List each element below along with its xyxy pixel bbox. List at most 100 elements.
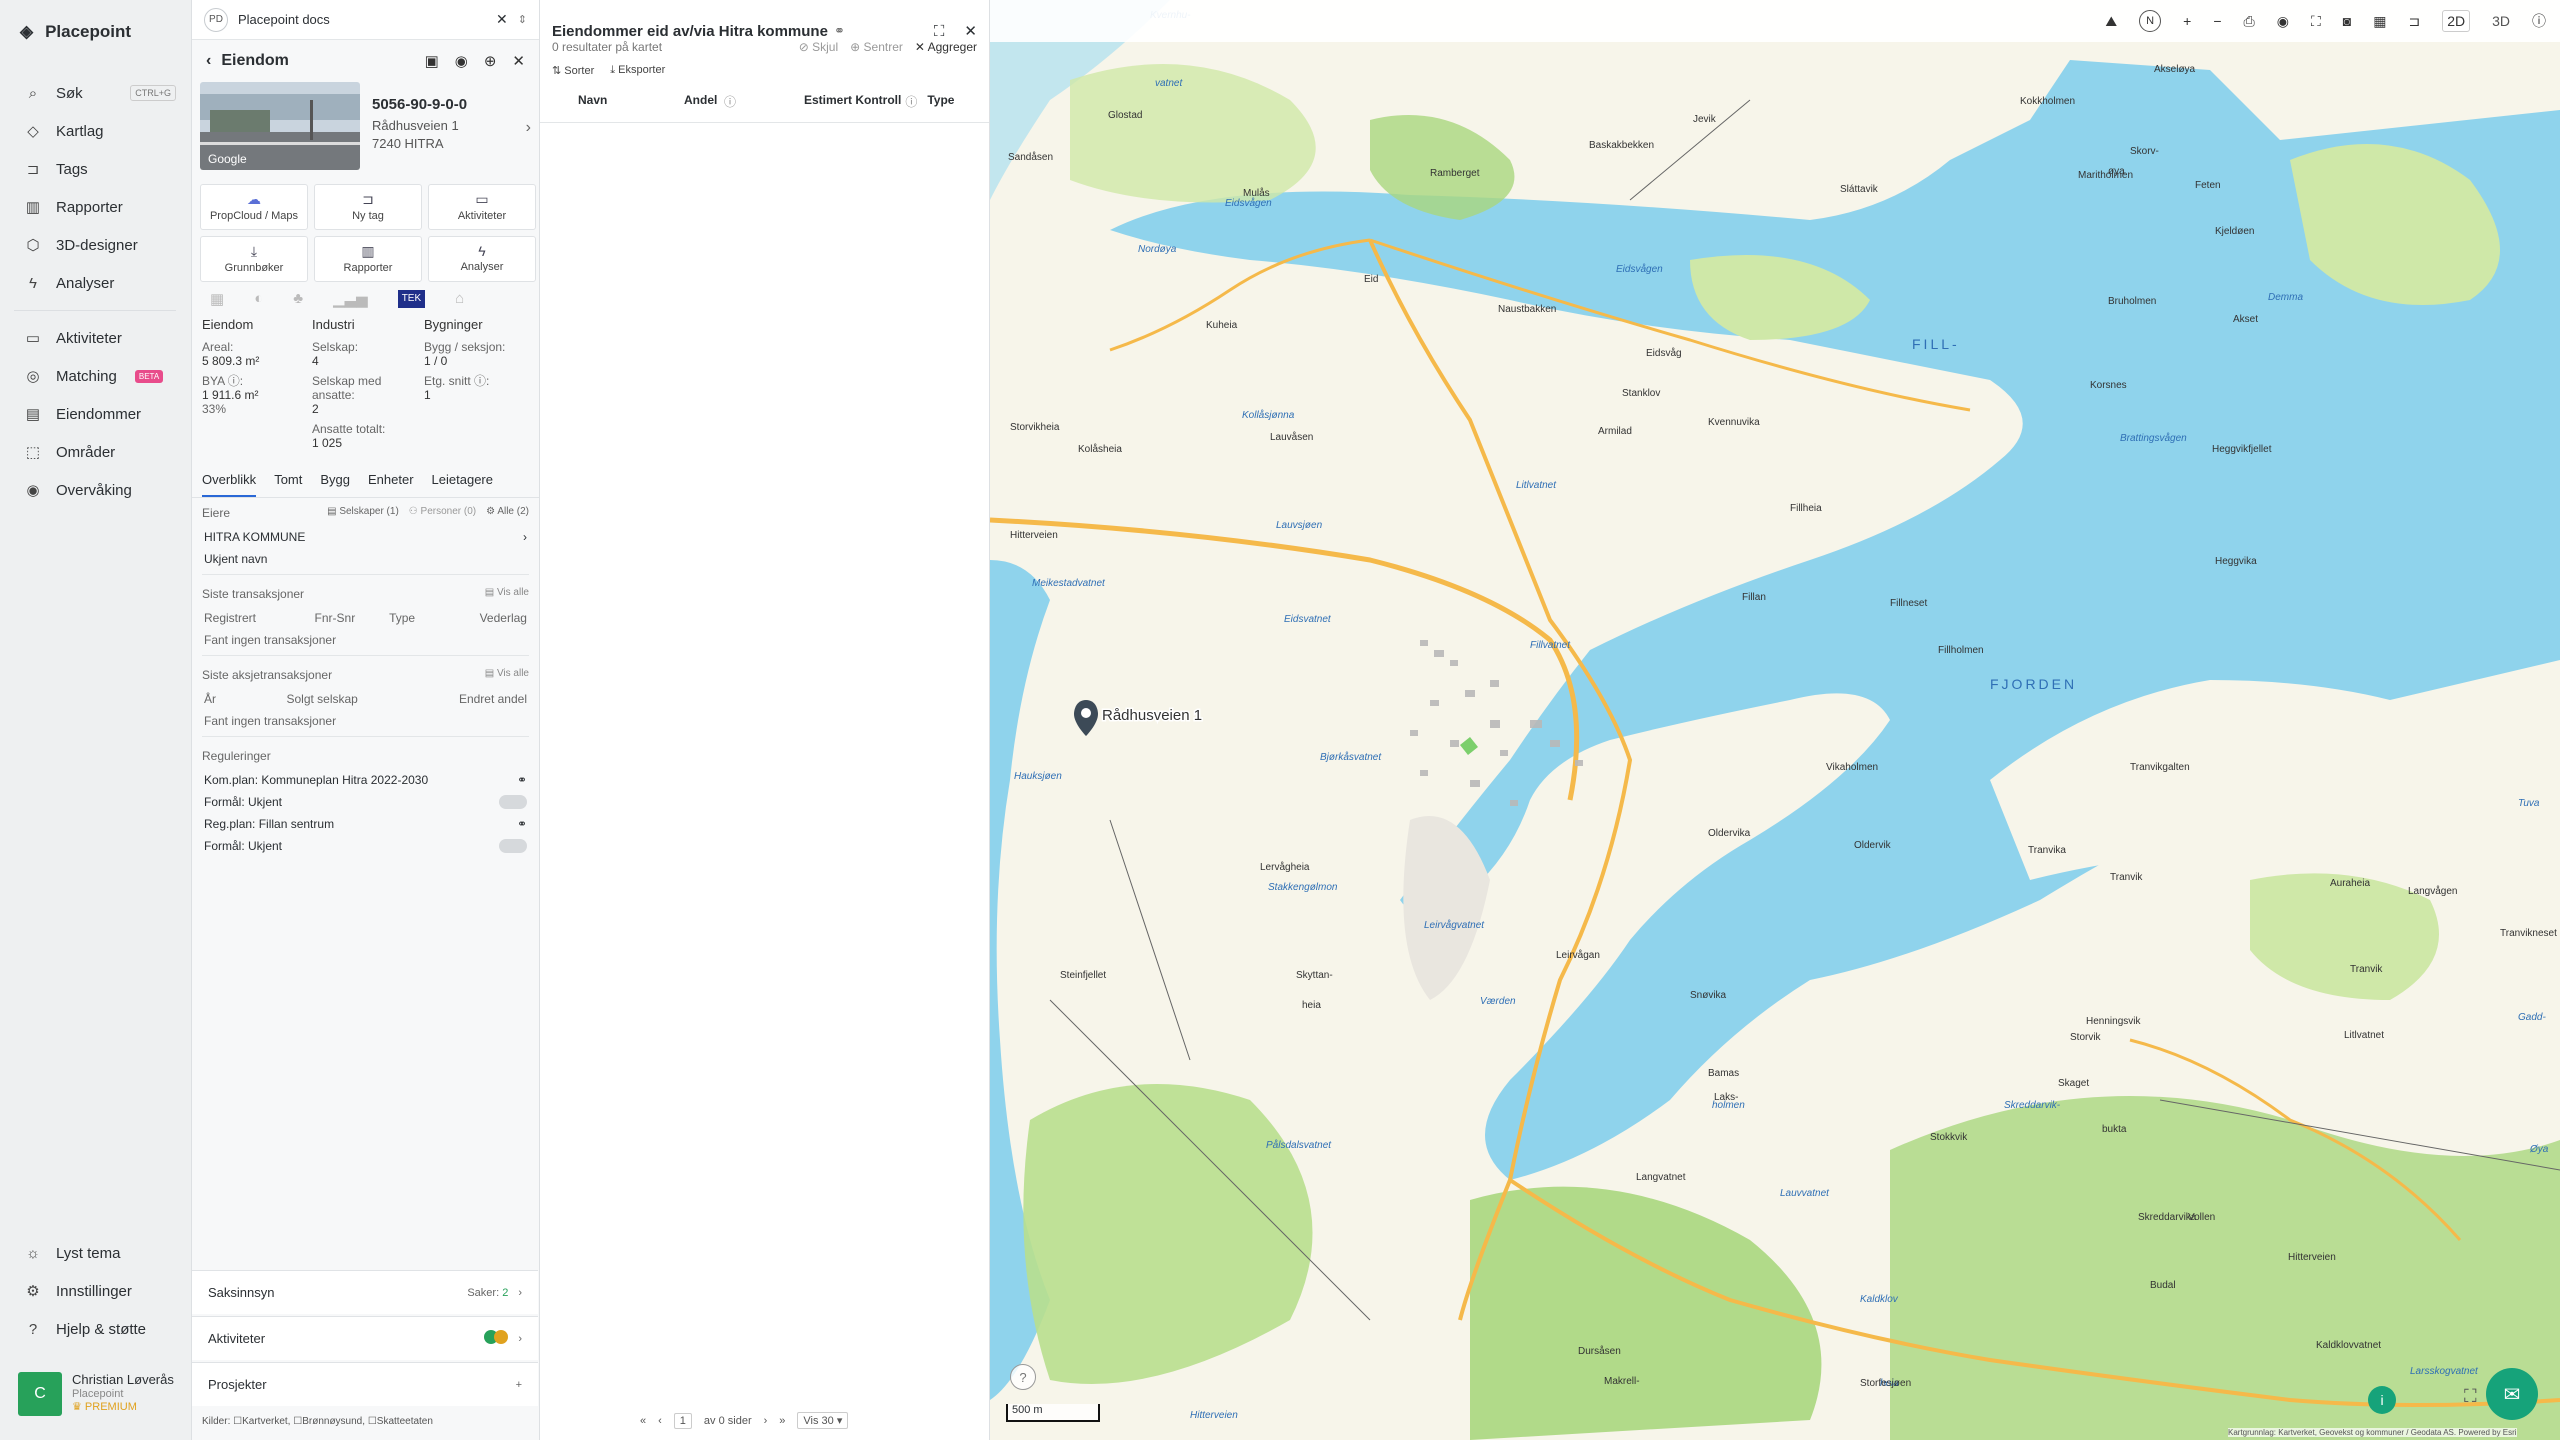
prev-page-icon[interactable]: ‹ <box>658 1415 662 1427</box>
info-icon[interactable]: ⓘ <box>901 93 927 122</box>
close-icon[interactable]: ✕ <box>964 22 977 40</box>
grid-icon[interactable]: ▦ <box>2373 13 2386 30</box>
fullscreen-map-icon[interactable]: ⛶ <box>2464 1386 2477 1407</box>
export-button[interactable]: ⤓ Eksporter <box>610 64 665 77</box>
tek-logo[interactable]: TEK <box>397 290 426 308</box>
house-icon[interactable]: ⌂ <box>455 290 464 308</box>
tab-tomt[interactable]: Tomt <box>274 472 302 497</box>
nav-item-rapporter[interactable]: ▥ Rapporter <box>0 188 190 226</box>
view-all-link[interactable]: ▤ Vis alle <box>485 668 529 682</box>
nav-item-theme[interactable]: ☼ Lyst tema <box>0 1234 190 1272</box>
help-icon[interactable]: ? <box>1010 1364 1036 1390</box>
activities-button[interactable]: ▭ Aktiviteter <box>428 184 536 230</box>
column-header-type[interactable]: Type <box>927 93 954 122</box>
chevron-updown-icon[interactable]: ⇕ <box>518 13 527 26</box>
layer-toggle[interactable] <box>499 839 527 853</box>
nav-item-kartlag[interactable]: ◇ Kartlag <box>0 112 190 150</box>
nav-item-eiendommer[interactable]: ▤ Eiendommer <box>0 395 190 433</box>
nav-item-matching[interactable]: ◎ Matching BETA <box>0 357 190 395</box>
link-icon[interactable]: ⚭ <box>834 23 845 39</box>
locate-icon[interactable]: ⊕ <box>484 52 497 70</box>
view-3d-button[interactable]: 3D <box>2492 13 2510 29</box>
eye-icon[interactable]: ◉ <box>455 52 468 70</box>
first-page-icon[interactable]: « <box>640 1415 646 1427</box>
user-card[interactable]: C Christian Løverås Placepoint ♛ PREMIUM <box>18 1372 178 1420</box>
source-logo-icon[interactable]: ▦ <box>210 290 224 308</box>
chat-support-icon[interactable]: ✉ <box>2486 1368 2538 1420</box>
view-all-link[interactable]: ▤ Vis alle <box>485 587 529 601</box>
column-header-navn[interactable]: Navn <box>578 93 684 122</box>
link-icon[interactable]: ⚭ <box>517 773 527 787</box>
nav-item-3d-designer[interactable]: ⬡ 3D-designer <box>0 226 190 264</box>
owner-row[interactable]: Ukjent navn <box>202 548 529 570</box>
hide-button[interactable]: ⊘ Skjul <box>799 40 838 54</box>
map-canvas[interactable]: Rådhusveien 1 Kvernhu-vatnetGlostadSandå… <box>990 0 2560 1440</box>
center-button[interactable]: ⊕ Sentrer <box>850 40 903 54</box>
tab-bygg[interactable]: Bygg <box>320 472 350 497</box>
nav-item-help[interactable]: ? Hjelp & støtte <box>0 1310 190 1348</box>
source-link[interactable]: ☐Skatteetaten <box>368 1416 433 1427</box>
expand-icon[interactable]: ⛶ <box>934 23 945 40</box>
brand[interactable]: ◈ Placepoint <box>20 22 131 42</box>
new-tag-button[interactable]: ⊐ Ny tag <box>314 184 422 230</box>
zoom-in-icon[interactable]: + <box>2183 13 2191 29</box>
plant-icon[interactable]: ♣ <box>293 290 303 308</box>
nav-item-settings[interactable]: ⚙ Innstillinger <box>0 1272 190 1310</box>
route-icon[interactable]: ⛰ <box>2105 13 2117 30</box>
add-icon[interactable]: + <box>516 1379 522 1391</box>
propcloud-button[interactable]: ☁ PropCloud / Maps <box>200 184 308 230</box>
source-link[interactable]: ☐Kartverket, <box>233 1416 290 1427</box>
analyses-button[interactable]: ϟ Analyser <box>428 236 536 282</box>
aktiviteter-accordion[interactable]: Aktiviteter › <box>192 1316 538 1360</box>
view-2d-button[interactable]: 2D <box>2442 10 2471 32</box>
close-icon[interactable]: ✕ <box>512 52 525 70</box>
zoom-out-icon[interactable]: − <box>2213 13 2221 29</box>
street-view-photo[interactable]: Google <box>200 82 360 170</box>
fullscreen-icon[interactable]: ⛶ <box>2311 13 2321 30</box>
tab-enheter[interactable]: Enheter <box>368 472 414 497</box>
prosjekter-accordion[interactable]: Prosjekter + <box>192 1362 538 1406</box>
tab-leietagere[interactable]: Leietagere <box>432 472 493 497</box>
nav-item-aktiviteter[interactable]: ▭ Aktiviteter <box>0 319 190 357</box>
last-page-icon[interactable]: » <box>779 1415 785 1427</box>
filter-companies[interactable]: ▤ Selskaper (1) <box>327 506 399 520</box>
regulation-row[interactable]: Kom.plan: Kommuneplan Hitra 2022-2030 ⚭ <box>202 769 529 791</box>
aggregate-button[interactable]: ✕ Aggreger <box>915 40 977 54</box>
nav-item-tags[interactable]: ⊐ Tags <box>0 150 190 188</box>
column-header-kontroll[interactable]: Estimert Kontroll <box>804 93 901 122</box>
layer-toggle[interactable] <box>499 795 527 809</box>
sort-button[interactable]: ⇅ Sorter <box>552 64 594 77</box>
nav-item-overvaking[interactable]: ◉ Overvåking <box>0 471 190 509</box>
workspace-tab[interactable]: PD Placepoint docs ✕ ⇕ <box>192 0 539 40</box>
tab-overblikk[interactable]: Overblikk <box>202 472 257 497</box>
id-card-icon[interactable]: ▣ <box>425 52 439 70</box>
regulation-row[interactable]: Reg.plan: Fillan sentrum ⚭ <box>202 813 529 835</box>
page-input[interactable]: 1 <box>673 1412 692 1429</box>
nav-item-omrader[interactable]: ⬚ Områder <box>0 433 190 471</box>
link-icon[interactable]: ⚭ <box>517 817 527 831</box>
back-arrow-icon[interactable]: ‹ <box>206 52 211 70</box>
property-summary[interactable]: Google 5056-90-9-0-0 Rådhusveien 1 7240 H… <box>192 82 539 174</box>
page-size-select[interactable]: Vis 30 ▾ <box>797 1412 849 1429</box>
chevron-right-icon[interactable]: › <box>526 119 531 137</box>
bookmark-icon[interactable]: ⊐ <box>2408 13 2420 30</box>
info-icon[interactable]: ⓘ <box>724 93 804 122</box>
compass-icon[interactable]: N <box>2139 10 2162 32</box>
grunnboker-button[interactable]: ⤓ Grunnbøker <box>200 236 308 282</box>
globe-icon[interactable]: ◐ <box>254 290 263 308</box>
next-page-icon[interactable]: › <box>764 1415 768 1427</box>
filter-all[interactable]: ⚙ Alle (2) <box>486 506 529 520</box>
filter-persons[interactable]: ⚇ Personer (0) <box>409 506 476 520</box>
nav-item-analyser[interactable]: ϟ Analyser <box>0 264 190 302</box>
nav-item-search[interactable]: ⌕ Søk CTRL+G <box>0 74 190 112</box>
saksinnsyn-accordion[interactable]: Saksinnsyn Saker: 2 › <box>192 1270 538 1314</box>
bars-icon[interactable]: ▁▃▅ <box>333 290 368 308</box>
print-icon[interactable]: ⎙ <box>2244 13 2255 30</box>
close-icon[interactable]: ✕ <box>496 11 508 28</box>
info-icon[interactable]: ⓘ <box>2532 11 2546 31</box>
eye-icon[interactable]: ◉ <box>2277 13 2289 30</box>
map-base-image[interactable]: Rådhusveien 1 <box>990 0 2560 1440</box>
reports-button[interactable]: ▥ Rapporter <box>314 236 422 282</box>
column-header-andel[interactable]: Andel <box>684 93 724 122</box>
owner-row[interactable]: HITRA KOMMUNE › <box>202 526 529 548</box>
